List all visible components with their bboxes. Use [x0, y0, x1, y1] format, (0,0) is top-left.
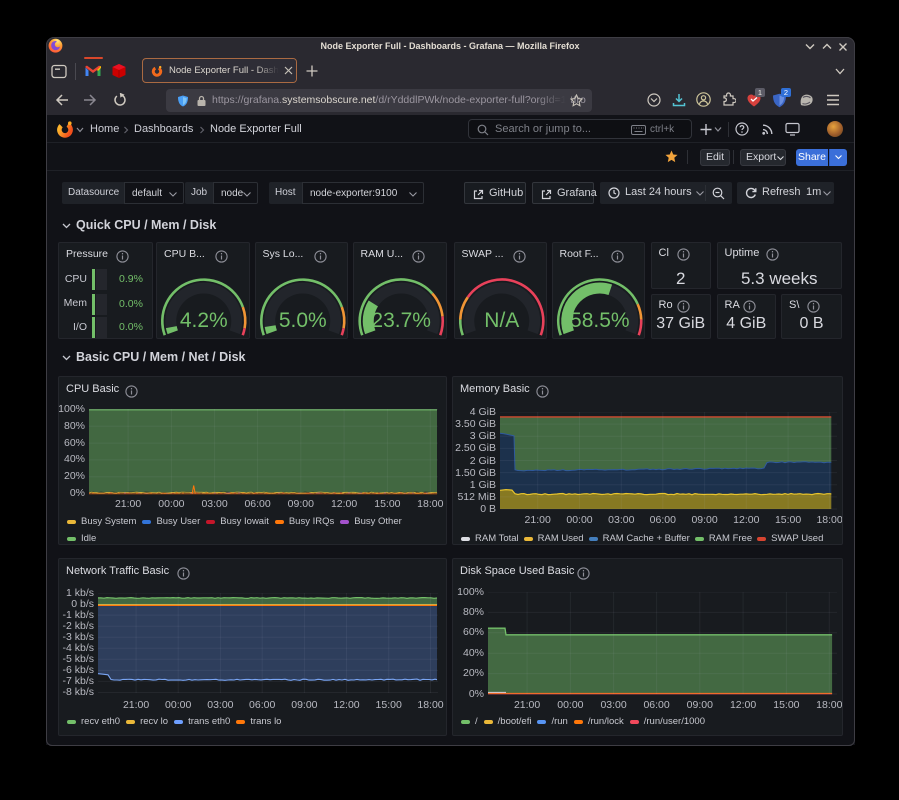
svg-text:4.2%: 4.2%: [180, 309, 228, 332]
svg-text:23.7%: 23.7%: [371, 309, 431, 332]
svg-text:N/A: N/A: [484, 309, 519, 332]
svg-text:5.0%: 5.0%: [278, 309, 326, 332]
svg-text:58.5%: 58.5%: [570, 309, 630, 332]
